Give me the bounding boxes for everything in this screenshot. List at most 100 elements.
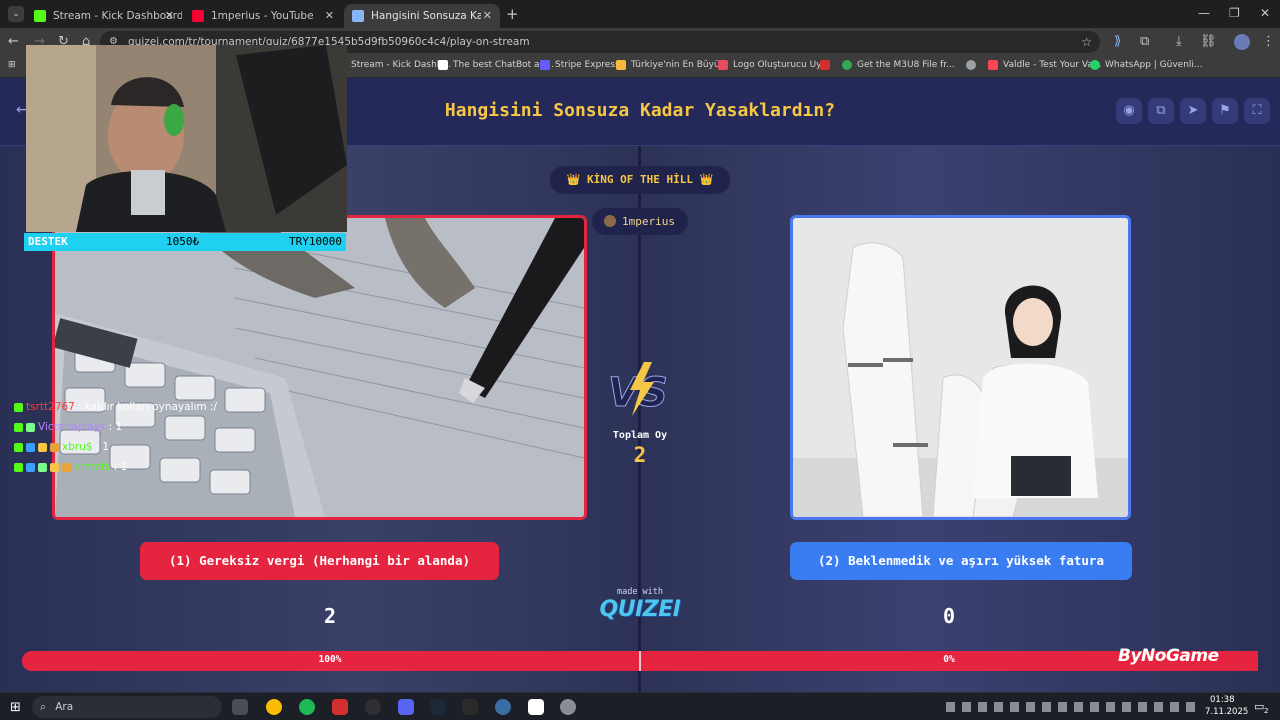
epic-games-icon[interactable] [462, 699, 478, 715]
apps-grid-icon[interactable]: ⊞ [8, 60, 16, 70]
webcam-overlay [26, 45, 347, 232]
bookmark-item[interactable]: Türkiye'nin En Büyü... [616, 60, 728, 70]
steam-icon[interactable] [430, 699, 446, 715]
donation-goal-bar: DESTEK 1050₺ TRY10000 [24, 233, 346, 251]
app-icon[interactable] [560, 699, 576, 715]
bookmark-item[interactable]: Get the M3U8 File fr... [842, 60, 955, 70]
avatar [604, 215, 616, 227]
translate-icon[interactable]: ⟫ [1114, 34, 1121, 49]
bookmark-item[interactable]: Stripe Express [540, 60, 620, 70]
receipt-image [793, 218, 1128, 517]
sub-badge-icon [38, 442, 47, 452]
notification-icon[interactable]: ▭ [1254, 700, 1264, 713]
bookmark-item[interactable]: The best ChatBot an... [438, 60, 554, 70]
quizei-favicon-icon [352, 10, 364, 22]
red-site-icon [820, 60, 830, 70]
notification-count: 2 [1264, 707, 1269, 715]
tab-title: Stream - Kick Dashboard [53, 10, 182, 22]
close-icon[interactable]: ✕ [480, 9, 492, 22]
tab-kick-dashboard[interactable]: Stream - Kick Dashboard ✕ [26, 4, 182, 28]
valorant-icon [988, 60, 998, 70]
system-tray-icons[interactable] [946, 702, 1200, 712]
bookmark-label: Logo Oluşturucu Uy... [733, 60, 829, 70]
taskbar-search[interactable]: ⌕ Ara [32, 696, 222, 718]
bookmark-item[interactable]: Stream - Kick Dashb... [336, 60, 451, 70]
send-icon[interactable]: ➤ [1180, 98, 1206, 124]
quizei-logo[interactable]: QUIZEI [590, 597, 690, 622]
flag-icon[interactable]: ⚑ [1212, 98, 1238, 124]
tab-title: Hangisini Sonsuza Kadar Yasakl [371, 10, 483, 22]
bookmark-label: The best ChatBot an... [453, 60, 554, 70]
eye-icon[interactable]: ◉ [1116, 98, 1142, 124]
chat-text: : 1 [108, 421, 123, 433]
restore-icon[interactable]: ❐ [1229, 6, 1240, 20]
option-1-button[interactable]: (1) Gereksiz vergi (Herhangi bir alanda) [140, 542, 499, 580]
option-2-percent: 0% [943, 654, 955, 665]
close-icon[interactable]: ✕ [165, 9, 174, 22]
sponsor-logo: ByNoGame [1118, 646, 1258, 666]
option-2-button[interactable]: (2) Beklenmedik ve aşırı yüksek fatura [790, 542, 1132, 580]
tab-youtube[interactable]: 1mperius - YouTube ✕ [184, 4, 342, 28]
chat-user: tsrtt2767 [26, 401, 75, 413]
bookmark-item[interactable]: Logo Oluşturucu Uy... [718, 60, 829, 70]
option-1-score: 2 [323, 604, 337, 628]
chat-text: : 1 [95, 441, 110, 453]
globe-icon [966, 60, 976, 70]
vote-progress-bar [22, 651, 1258, 671]
download-icon[interactable]: ⤓ [1176, 34, 1182, 49]
kick-badge-icon [14, 402, 23, 412]
new-tab-button[interactable]: + [506, 5, 519, 23]
sponsor-name: ByNoGame [1118, 646, 1219, 666]
chat-text: : 1 [113, 461, 128, 473]
profile-avatar[interactable] [1234, 34, 1250, 50]
webcam-feed [26, 45, 347, 232]
chat-overlay: tsrtt2767 : kaldır kolları oynayalım :/ … [14, 397, 254, 477]
kick-badge-icon [14, 462, 23, 472]
app-icon[interactable] [332, 699, 348, 715]
bookmark-item[interactable]: Valdle - Test Your Va... [988, 60, 1101, 70]
windows-start-icon[interactable]: ⊞ [10, 700, 21, 715]
vs-icon: VS [606, 360, 674, 418]
bookmark-item[interactable] [966, 60, 981, 70]
total-votes-value: 2 [633, 443, 647, 467]
chat-user: xbru$ [62, 441, 93, 453]
extensions-icon[interactable]: ⧉ [1140, 34, 1149, 49]
kick-badge-icon [14, 442, 23, 452]
capcut-icon[interactable] [528, 699, 544, 715]
close-icon[interactable]: ✕ [325, 9, 334, 22]
stripe-icon [540, 60, 550, 70]
menu-icon[interactable]: ⋮ [1262, 34, 1275, 49]
donation-label: DESTEK [28, 235, 68, 248]
chat-user: krmnts [74, 461, 111, 473]
window-close-icon[interactable]: ✕ [1260, 6, 1270, 20]
bookmark-item[interactable]: WhatsApp | Güvenli... [1090, 60, 1203, 70]
minimize-icon[interactable]: — [1198, 6, 1210, 20]
tab-quizei[interactable]: Hangisini Sonsuza Kadar Yasakl ✕ [344, 4, 500, 28]
option-2-image[interactable] [790, 215, 1131, 520]
bookmark-label: Stripe Express [555, 60, 620, 70]
chat-message: Victoriaplays : 1 [14, 417, 254, 437]
crown-badge-icon [50, 442, 59, 452]
tab-title: 1mperius - YouTube [211, 10, 314, 22]
chat-message: xbru$ : 1 [14, 437, 254, 457]
crown-badge-icon [62, 462, 71, 472]
bookmark-item[interactable] [820, 60, 835, 70]
mod-badge-icon [26, 462, 35, 472]
spotify-icon[interactable] [299, 699, 315, 715]
chrome-icon[interactable] [266, 699, 282, 715]
share-icon[interactable]: ⧉ [1148, 98, 1174, 124]
mod-badge-icon [26, 442, 35, 452]
fullscreen-icon[interactable]: ⛶ [1244, 98, 1270, 124]
task-view-icon[interactable] [232, 699, 248, 715]
back-icon[interactable]: ← [8, 34, 19, 49]
app-icon[interactable] [495, 699, 511, 715]
bookmark-label: Get the M3U8 File fr... [857, 60, 955, 70]
tab-search-icon[interactable]: ⌄ [8, 6, 24, 22]
bookmark-star-icon[interactable]: ☆ [1081, 31, 1092, 53]
clock-date[interactable]: 7.11.2025 [1205, 707, 1248, 717]
discord-icon[interactable] [398, 699, 414, 715]
obs-icon[interactable] [365, 699, 381, 715]
link-icon[interactable]: ⛓ [1200, 34, 1217, 49]
sparkle-badge-icon [26, 422, 35, 432]
clock-time[interactable]: 01:38 [1210, 695, 1235, 705]
